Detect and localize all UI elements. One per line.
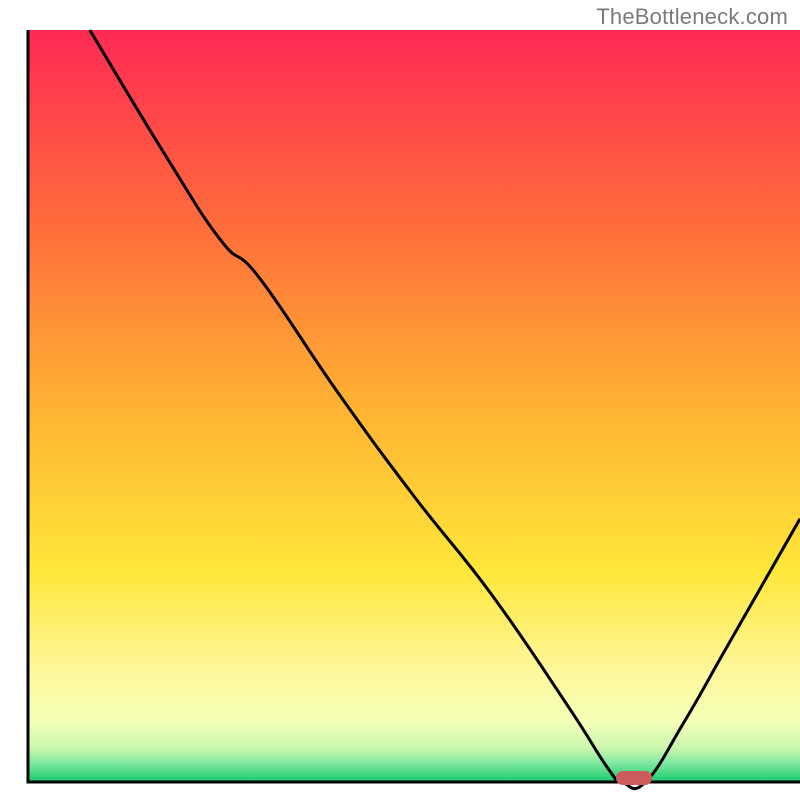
bottleneck-chart	[0, 0, 800, 800]
watermark-label: TheBottleneck.com	[596, 4, 788, 30]
chart-container: TheBottleneck.com	[0, 0, 800, 800]
optimum-marker	[616, 771, 652, 785]
plot-area	[28, 30, 800, 782]
